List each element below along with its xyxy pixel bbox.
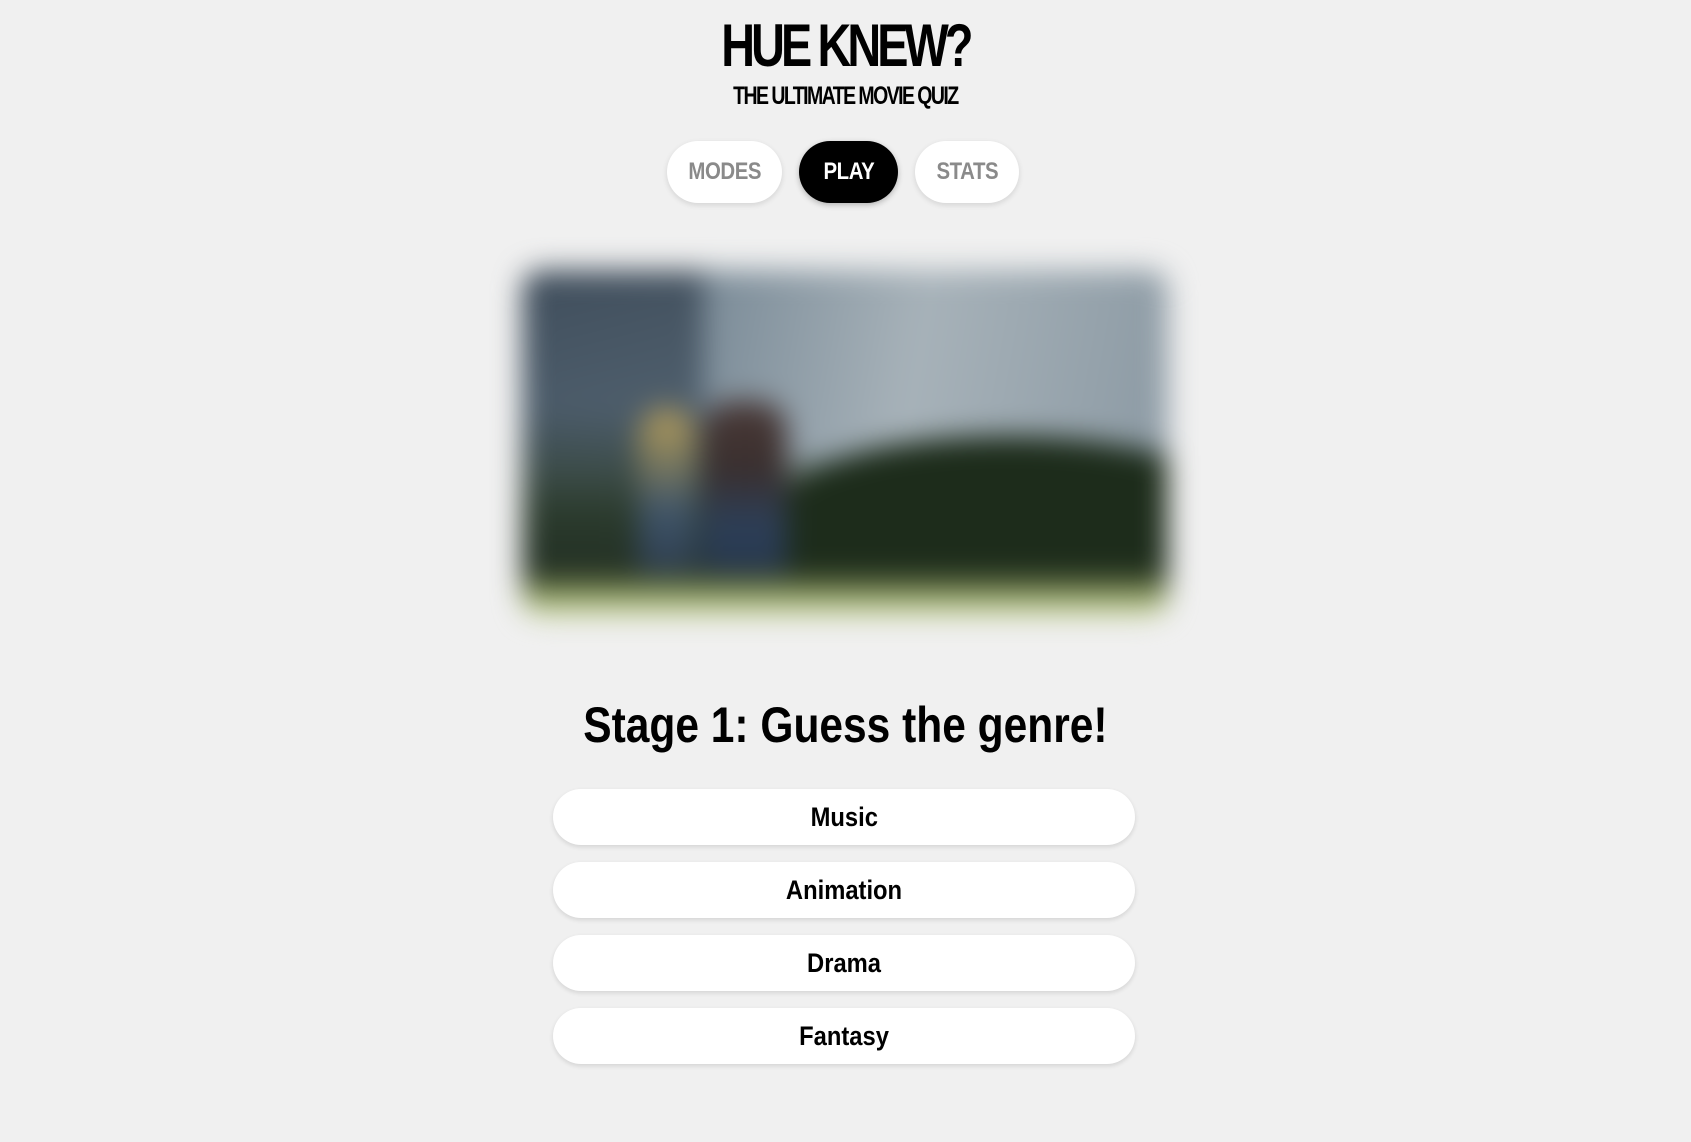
quiz-app: HUE KNEW? THE ULTIMATE MOVIE QUIZ MODES … bbox=[0, 0, 1691, 1142]
tab-modes-label: MODES bbox=[688, 158, 761, 185]
tab-modes[interactable]: MODES bbox=[667, 141, 782, 203]
tab-stats-label: STATS bbox=[936, 158, 998, 185]
frame-figure-right bbox=[702, 401, 787, 592]
answer-options: Music Animation Drama Fantasy bbox=[553, 789, 1135, 1081]
answer-option-music[interactable]: Music bbox=[553, 789, 1135, 845]
answer-option-label: Music bbox=[810, 801, 878, 832]
tab-play[interactable]: PLAY bbox=[799, 141, 898, 203]
mode-nav: MODES PLAY STATS bbox=[0, 141, 1691, 205]
answer-option-fantasy[interactable]: Fantasy bbox=[553, 1008, 1135, 1064]
answer-option-drama[interactable]: Drama bbox=[553, 935, 1135, 991]
movie-frame bbox=[522, 270, 1168, 616]
answer-option-label: Animation bbox=[785, 874, 903, 905]
answer-option-animation[interactable]: Animation bbox=[553, 862, 1135, 918]
blurred-movie-still bbox=[500, 248, 1190, 638]
tab-play-label: PLAY bbox=[823, 158, 874, 185]
answer-option-label: Drama bbox=[807, 947, 881, 978]
app-subtitle: THE ULTIMATE MOVIE QUIZ bbox=[733, 82, 959, 110]
app-title: HUE KNEW? bbox=[721, 12, 973, 79]
stage-title: Stage 1: Guess the genre! bbox=[583, 697, 1108, 753]
answer-option-label: Fantasy bbox=[799, 1020, 889, 1051]
frame-ground bbox=[522, 574, 1168, 616]
tab-stats[interactable]: STATS bbox=[915, 141, 1019, 203]
frame-figure-left bbox=[638, 408, 697, 582]
